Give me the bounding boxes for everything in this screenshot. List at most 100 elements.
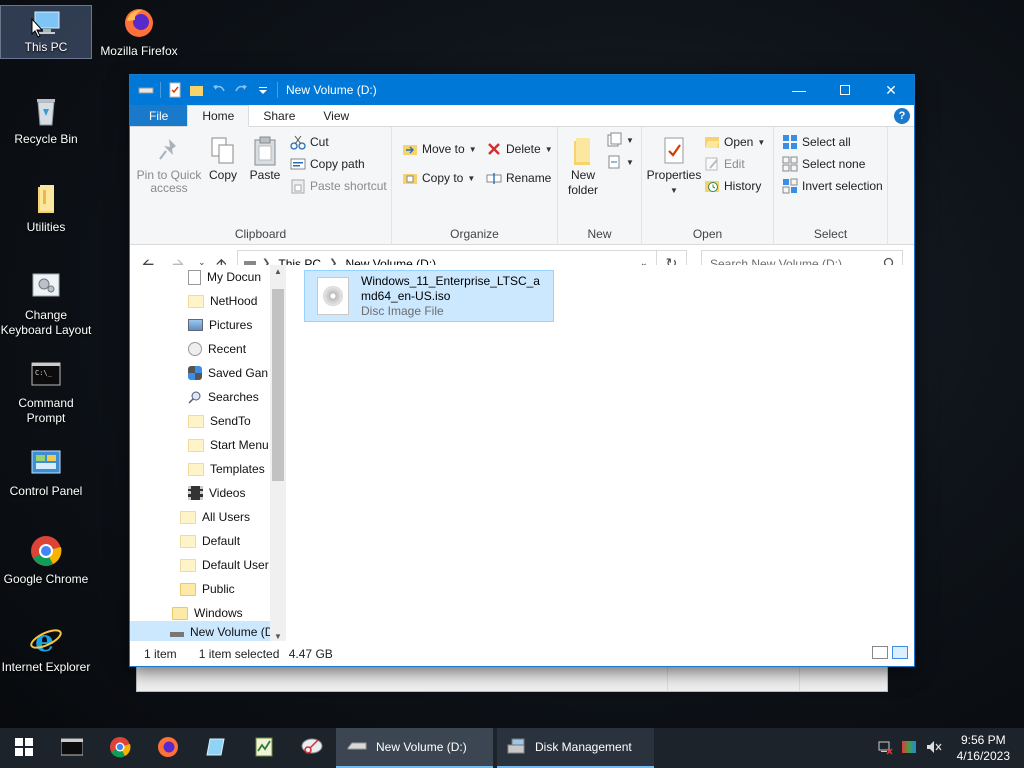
file-explorer-window[interactable]: New Volume (D:) — ✕ File Home Share View… bbox=[129, 74, 915, 667]
tab-file[interactable]: File bbox=[130, 105, 188, 126]
nav-item-pictures[interactable]: Pictures bbox=[188, 313, 252, 337]
paste-button[interactable]: Paste bbox=[248, 135, 282, 182]
ribbon-home: Pin to Quick access Copy Paste Cut Copy … bbox=[130, 127, 914, 245]
easy-access-button[interactable]: ▼ bbox=[606, 154, 634, 170]
taskbar-task-disk-management[interactable]: Disk Management bbox=[497, 728, 654, 768]
desktop-icon-internet-explorer[interactable]: e Internet Explorer bbox=[0, 622, 92, 675]
nav-item-label: SendTo bbox=[210, 414, 251, 428]
group-label-new: New bbox=[587, 227, 612, 241]
taskbar-firefox[interactable] bbox=[144, 728, 192, 768]
open-folder-icon bbox=[704, 134, 720, 150]
desktop-icon-command-prompt[interactable]: C:\_ Command Prompt bbox=[0, 358, 92, 426]
nav-item-videos[interactable]: Videos bbox=[188, 481, 245, 505]
select-none-button[interactable]: Select none bbox=[782, 156, 865, 172]
delete-button[interactable]: Delete ▼ bbox=[486, 141, 553, 157]
details-view-icon[interactable] bbox=[872, 646, 888, 659]
close-button[interactable]: ✕ bbox=[868, 75, 914, 105]
nav-item-templates[interactable]: Templates bbox=[188, 457, 265, 481]
clock[interactable]: 9:56 PM 4/16/2023 bbox=[957, 732, 1010, 764]
desktop-icon-utilities[interactable]: Utilities bbox=[0, 182, 92, 235]
file-item[interactable]: Windows_11_Enterprise_LTSC_amd64_en-US.i… bbox=[304, 270, 554, 322]
nav-item-sendto[interactable]: SendTo bbox=[188, 409, 251, 433]
taskbar-task-new-volume[interactable]: New Volume (D:) bbox=[336, 728, 493, 768]
properties-button[interactable]: Properties ▼ bbox=[646, 135, 702, 197]
nav-item-new-volume[interactable]: New Volume (D bbox=[130, 621, 280, 643]
nav-item-recent[interactable]: Recent bbox=[188, 337, 246, 361]
help-icon[interactable]: ? bbox=[894, 108, 910, 124]
chevron-up-icon[interactable]: ▲ bbox=[270, 267, 286, 276]
properties-icon[interactable] bbox=[167, 82, 183, 98]
desktop-icon-this-pc[interactable]: This PC bbox=[0, 5, 92, 59]
nav-item-label: Templates bbox=[210, 462, 265, 476]
folder-icon bbox=[188, 294, 204, 308]
navigation-pane[interactable]: My Docun NetHood Pictures Recent Saved G… bbox=[130, 265, 286, 643]
desktop-icon-firefox[interactable]: Mozilla Firefox bbox=[93, 6, 185, 59]
cut-button[interactable]: Cut bbox=[290, 134, 329, 150]
new-item-button[interactable]: ▼ bbox=[606, 132, 634, 148]
open-button[interactable]: Open ▼ bbox=[704, 134, 765, 150]
file-name: Windows_11_Enterprise_LTSC_amd64_en-US.i… bbox=[361, 274, 540, 303]
group-select: Select all Select none Invert selection … bbox=[774, 127, 888, 245]
copy-to-icon bbox=[402, 170, 418, 186]
scrollbar-thumb[interactable] bbox=[272, 289, 284, 481]
undo-icon[interactable] bbox=[211, 82, 227, 98]
desktop-icon-control-panel[interactable]: Control Panel bbox=[0, 446, 92, 499]
taskbar-task-manager[interactable] bbox=[240, 728, 288, 768]
select-all-button[interactable]: Select all bbox=[782, 134, 851, 150]
nav-item-searches[interactable]: Searches bbox=[188, 385, 259, 409]
nav-item-default-user[interactable]: Default User bbox=[180, 553, 269, 577]
nav-item-default[interactable]: Default bbox=[180, 529, 240, 553]
nav-pane-scrollbar[interactable]: ▲ ▼ bbox=[270, 265, 286, 643]
title-bar[interactable]: New Volume (D:) — ✕ bbox=[130, 75, 914, 105]
folder-icon bbox=[180, 558, 196, 572]
tab-share[interactable]: Share bbox=[249, 105, 309, 126]
taskbar-chrome[interactable] bbox=[96, 728, 144, 768]
new-folder-button[interactable]: New folder bbox=[566, 135, 600, 197]
large-icons-view-icon[interactable] bbox=[892, 646, 908, 659]
network-icon[interactable] bbox=[877, 739, 893, 758]
tab-view[interactable]: View bbox=[309, 105, 363, 126]
svg-text:e: e bbox=[35, 624, 54, 656]
minimize-button[interactable]: — bbox=[776, 75, 822, 105]
app-icon bbox=[205, 736, 227, 761]
rename-button[interactable]: Rename bbox=[486, 170, 551, 186]
nav-item-my-documents[interactable]: My Docun bbox=[188, 265, 261, 289]
taskbar-snipping-tool[interactable] bbox=[288, 728, 336, 768]
background-window[interactable] bbox=[136, 666, 888, 692]
taskbar-app[interactable] bbox=[192, 728, 240, 768]
maximize-button[interactable] bbox=[822, 75, 868, 105]
tab-home[interactable]: Home bbox=[187, 105, 250, 127]
documents-icon bbox=[188, 269, 201, 285]
copy-button[interactable]: Copy bbox=[206, 135, 240, 182]
easy-access-icon bbox=[606, 154, 622, 170]
file-list[interactable]: Windows_11_Enterprise_LTSC_amd64_en-US.i… bbox=[286, 265, 914, 643]
copy-to-button[interactable]: Copy to ▼ bbox=[402, 170, 475, 186]
volume-muted-icon[interactable] bbox=[925, 739, 943, 758]
nav-item-nethood[interactable]: NetHood bbox=[188, 289, 257, 313]
invert-selection-button[interactable]: Invert selection bbox=[782, 178, 883, 194]
new-folder-icon[interactable] bbox=[189, 82, 205, 98]
nav-item-public[interactable]: Public bbox=[180, 577, 235, 601]
customize-toolbar-icon[interactable] bbox=[255, 82, 271, 98]
nav-item-start-menu[interactable]: Start Menu bbox=[188, 433, 269, 457]
edit-button[interactable]: Edit bbox=[704, 156, 745, 172]
display-color-icon[interactable] bbox=[901, 739, 917, 758]
desktop-icon-recycle-bin[interactable]: Recycle Bin bbox=[0, 94, 92, 147]
pin-label-line2: access bbox=[150, 181, 188, 195]
select-none-label: Select none bbox=[802, 157, 866, 171]
nav-item-saved-games[interactable]: Saved Gan bbox=[188, 361, 268, 385]
move-to-button[interactable]: Move to ▼ bbox=[402, 141, 477, 157]
properties-icon bbox=[659, 135, 689, 167]
chevron-down-icon[interactable]: ▼ bbox=[270, 632, 286, 641]
start-button[interactable] bbox=[0, 728, 48, 768]
history-button[interactable]: History bbox=[704, 178, 761, 194]
chevron-down-icon: ▼ bbox=[626, 135, 634, 145]
taskbar-command-prompt[interactable] bbox=[48, 728, 96, 768]
nav-item-all-users[interactable]: All Users bbox=[180, 505, 250, 529]
paste-shortcut-button[interactable]: Paste shortcut bbox=[290, 178, 387, 194]
pin-to-quick-access-button[interactable]: Pin to Quick access bbox=[137, 135, 201, 195]
desktop-icon-change-keyboard-layout[interactable]: Change Keyboard Layout bbox=[0, 270, 92, 338]
desktop-icon-google-chrome[interactable]: Google Chrome bbox=[0, 534, 92, 587]
redo-icon[interactable] bbox=[233, 82, 249, 98]
copy-path-button[interactable]: Copy path bbox=[290, 156, 365, 172]
